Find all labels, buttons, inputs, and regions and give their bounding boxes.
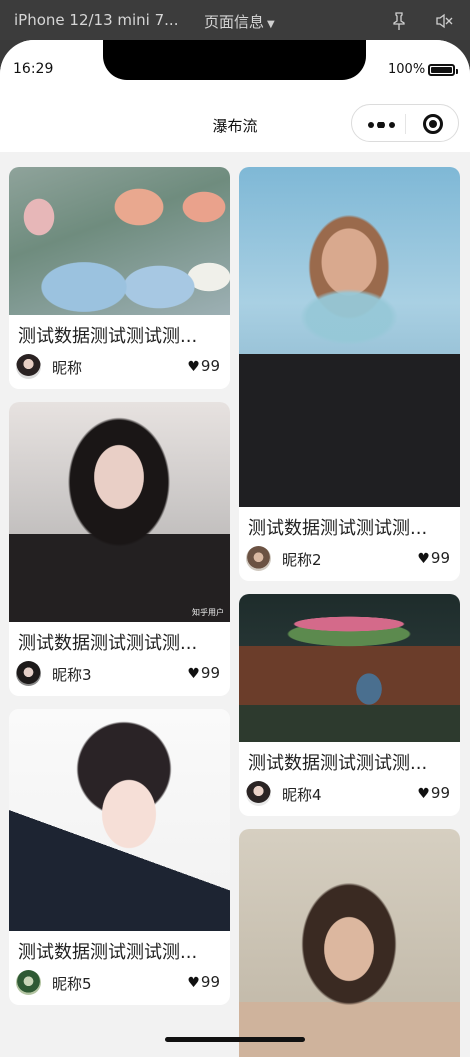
waterfall-column-right: 测试数据测试测试测... 昵称2 ♥99 测试数据测试测试测... 昵称4 ♥9… bbox=[239, 167, 460, 1057]
heart-icon: ♥ bbox=[417, 786, 430, 802]
navigation-bar: 瀑布流 bbox=[0, 96, 470, 152]
card-meta: 昵称2 ♥99 bbox=[239, 541, 460, 581]
more-dots-icon[interactable] bbox=[368, 122, 396, 128]
photo-watermark: 知乎用户 bbox=[192, 608, 224, 617]
card-caption: 测试数据测试测试测... bbox=[248, 753, 428, 774]
like-number: 99 bbox=[200, 357, 220, 375]
like-count[interactable]: ♥99 bbox=[187, 973, 220, 991]
girl-illustration-photo bbox=[9, 709, 230, 931]
waterfall-column-left: 测试数据测试测试测... 昵称 ♥99 知乎用户 测试数据测试测试测... 昵称… bbox=[9, 167, 230, 1018]
flowers-photo bbox=[9, 167, 230, 315]
status-time: 16:29 bbox=[13, 61, 54, 77]
card-nickname: 昵称4 bbox=[282, 786, 322, 804]
feed-card[interactable] bbox=[239, 829, 460, 1057]
chevron-down-icon: ▼ bbox=[267, 19, 275, 30]
battery-percent: 100% bbox=[388, 62, 426, 77]
feed-card[interactable]: 测试数据测试测试测... 昵称5 ♥99 bbox=[9, 709, 230, 1005]
home-indicator bbox=[165, 1037, 305, 1042]
heart-icon: ♥ bbox=[187, 666, 200, 682]
like-number: 99 bbox=[430, 784, 450, 802]
card-meta: 昵称5 ♥99 bbox=[9, 965, 230, 1005]
piano-photo bbox=[239, 594, 460, 742]
avatar bbox=[246, 546, 271, 571]
smoke-woman-photo bbox=[239, 167, 460, 507]
heart-icon: ♥ bbox=[417, 551, 430, 567]
mute-icon[interactable] bbox=[435, 12, 453, 30]
menu-capsule bbox=[351, 104, 459, 142]
like-number: 99 bbox=[200, 973, 220, 991]
like-number: 99 bbox=[200, 664, 220, 682]
page-info-label: 页面信息 bbox=[204, 13, 265, 31]
like-count[interactable]: ♥99 bbox=[187, 357, 220, 375]
card-meta: 昵称3 ♥99 bbox=[9, 656, 230, 696]
card-nickname: 昵称2 bbox=[282, 551, 322, 569]
card-meta: 昵称4 ♥99 bbox=[239, 776, 460, 816]
device-selector[interactable]: iPhone 12/13 mini 7... bbox=[14, 11, 178, 29]
battery-icon bbox=[428, 64, 458, 76]
like-count[interactable]: ♥99 bbox=[417, 784, 450, 802]
capsule-divider bbox=[405, 114, 406, 134]
card-nickname: 昵称 bbox=[52, 359, 83, 377]
heart-icon: ♥ bbox=[187, 975, 200, 991]
feed-card[interactable]: 测试数据测试测试测... 昵称2 ♥99 bbox=[239, 167, 460, 581]
pin-icon[interactable] bbox=[392, 12, 406, 30]
avatar bbox=[246, 781, 271, 806]
avatar bbox=[16, 970, 41, 995]
phone-screen: 16:29 100% 瀑布流 测试数据测试测试测... 昵称 ♥99 知乎用户 … bbox=[0, 40, 470, 1057]
card-caption: 测试数据测试测试测... bbox=[18, 942, 198, 963]
heart-icon: ♥ bbox=[187, 359, 200, 375]
feed-card[interactable]: 测试数据测试测试测... 昵称 ♥99 bbox=[9, 167, 230, 389]
avatar bbox=[16, 661, 41, 686]
like-count[interactable]: ♥99 bbox=[417, 549, 450, 567]
card-meta: 昵称 ♥99 bbox=[9, 349, 230, 389]
like-number: 99 bbox=[430, 549, 450, 567]
feed-card[interactable]: 测试数据测试测试测... 昵称4 ♥99 bbox=[239, 594, 460, 816]
avatar bbox=[16, 354, 41, 379]
like-count[interactable]: ♥99 bbox=[187, 664, 220, 682]
card-nickname: 昵称5 bbox=[52, 975, 92, 993]
card-caption: 测试数据测试测试测... bbox=[248, 518, 428, 539]
girl-portrait-photo: 知乎用户 bbox=[9, 402, 230, 622]
devtools-bar: iPhone 12/13 mini 7... 页面信息 ▼ bbox=[0, 0, 470, 40]
card-caption: 测试数据测试测试测... bbox=[18, 633, 198, 654]
feed-card[interactable]: 知乎用户 测试数据测试测试测... 昵称3 ♥99 bbox=[9, 402, 230, 696]
card-caption: 测试数据测试测试测... bbox=[18, 326, 198, 347]
capsule-target-icon[interactable] bbox=[423, 114, 443, 134]
page-info-dropdown[interactable]: 页面信息 ▼ bbox=[204, 11, 275, 32]
girl-portrait-photo bbox=[239, 829, 460, 1057]
device-notch bbox=[103, 40, 366, 80]
card-nickname: 昵称3 bbox=[52, 666, 92, 684]
